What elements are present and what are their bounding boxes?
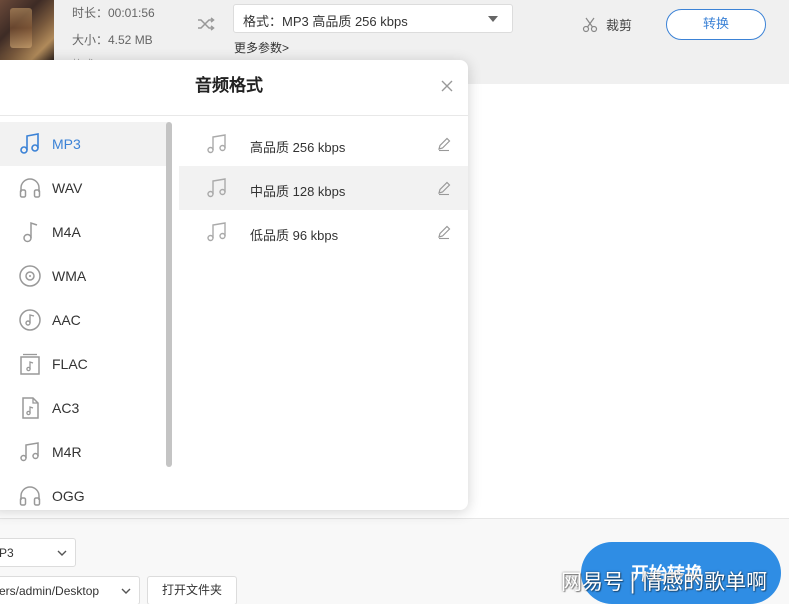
- format-select[interactable]: 格式：MP3 高品质 256 kbps: [233, 4, 513, 33]
- double-note-icon: [20, 442, 39, 462]
- quality-item-medium[interactable]: 中品质 128 kbps: [179, 166, 468, 210]
- file-thumbnail: [0, 0, 54, 60]
- app-window: 时长：00:01:56 大小：4.52 MB 格式：MP3 格式：MP3 高品质…: [0, 0, 789, 604]
- format-select-value: 格式：MP3 高品质 256 kbps: [243, 14, 408, 29]
- cut-label: 裁剪: [606, 18, 633, 33]
- dialog-title: 音频格式: [0, 60, 468, 116]
- file-size: 大小：4.52 MB: [72, 33, 153, 47]
- double-note-icon: [207, 178, 226, 198]
- edit-pencil-icon[interactable]: [436, 224, 452, 240]
- file-duration: 时长：00:01:56: [72, 6, 155, 20]
- shuffle-icon[interactable]: [196, 14, 216, 34]
- output-path-value: ers/admin/Desktop: [0, 584, 100, 598]
- format-list-scrollbar[interactable]: [166, 122, 172, 467]
- music-note-icon: [20, 133, 39, 154]
- format-item-flac[interactable]: FLAC: [0, 342, 168, 386]
- format-label: OGG: [52, 488, 85, 504]
- format-label: AAC: [52, 312, 81, 328]
- format-item-wma[interactable]: WMA: [0, 254, 168, 298]
- output-format-value: P3: [0, 546, 14, 560]
- output-format-select[interactable]: P3: [0, 538, 76, 567]
- chevron-down-icon: [57, 550, 67, 556]
- quality-label: 低品质 96 kbps: [250, 228, 339, 243]
- watermark-text: 网易号 | 情感的歌单啊: [561, 571, 768, 594]
- output-path-select[interactable]: ers/admin/Desktop: [0, 576, 140, 604]
- double-note-icon: [207, 222, 226, 242]
- quality-item-low[interactable]: 低品质 96 kbps: [179, 210, 468, 254]
- format-label: WMA: [52, 268, 87, 284]
- quality-label: 高品质 256 kbps: [250, 140, 346, 155]
- audio-format-dialog: 音频格式 MP3 WAV M4A WMA AAC FLAC AC3 M4R OG…: [0, 60, 468, 510]
- scissors-icon: [582, 17, 598, 32]
- format-item-m4a[interactable]: M4A: [0, 210, 168, 254]
- album-icon: [20, 353, 40, 375]
- format-label: M4A: [52, 224, 81, 240]
- close-icon[interactable]: [440, 79, 454, 93]
- disc-icon: [19, 265, 41, 287]
- format-label: WAV: [52, 180, 83, 196]
- file-music-icon: [22, 397, 39, 419]
- format-label: MP3: [52, 136, 81, 152]
- edit-pencil-icon[interactable]: [436, 180, 452, 196]
- music-note-icon: [23, 221, 38, 243]
- format-item-mp3[interactable]: MP3: [0, 122, 168, 166]
- format-label: FLAC: [52, 356, 88, 372]
- quality-item-high[interactable]: 高品质 256 kbps: [179, 122, 468, 166]
- headphones-icon: [19, 178, 41, 198]
- cut-button[interactable]: 裁剪: [582, 15, 632, 34]
- headphones-icon: [19, 486, 41, 506]
- format-list: MP3 WAV M4A WMA AAC FLAC AC3 M4R OGG: [0, 122, 178, 510]
- double-note-icon: [207, 134, 226, 154]
- format-item-aac[interactable]: AAC: [0, 298, 168, 342]
- edit-pencil-icon[interactable]: [436, 136, 452, 152]
- format-label: M4R: [52, 444, 82, 460]
- quality-label: 中品质 128 kbps: [250, 184, 346, 199]
- disc-note-icon: [19, 309, 41, 331]
- chevron-down-icon: [121, 588, 131, 594]
- format-item-m4r[interactable]: M4R: [0, 430, 168, 474]
- more-params-link[interactable]: 更多参数>: [234, 39, 289, 56]
- format-label: AC3: [52, 400, 80, 416]
- open-folder-button[interactable]: 打开文件夹: [147, 576, 237, 604]
- format-item-ac3[interactable]: AC3: [0, 386, 168, 430]
- convert-button[interactable]: 转换: [666, 9, 766, 40]
- format-item-ogg[interactable]: OGG: [0, 474, 168, 510]
- format-item-wav[interactable]: WAV: [0, 166, 168, 210]
- caret-down-icon: [488, 16, 498, 22]
